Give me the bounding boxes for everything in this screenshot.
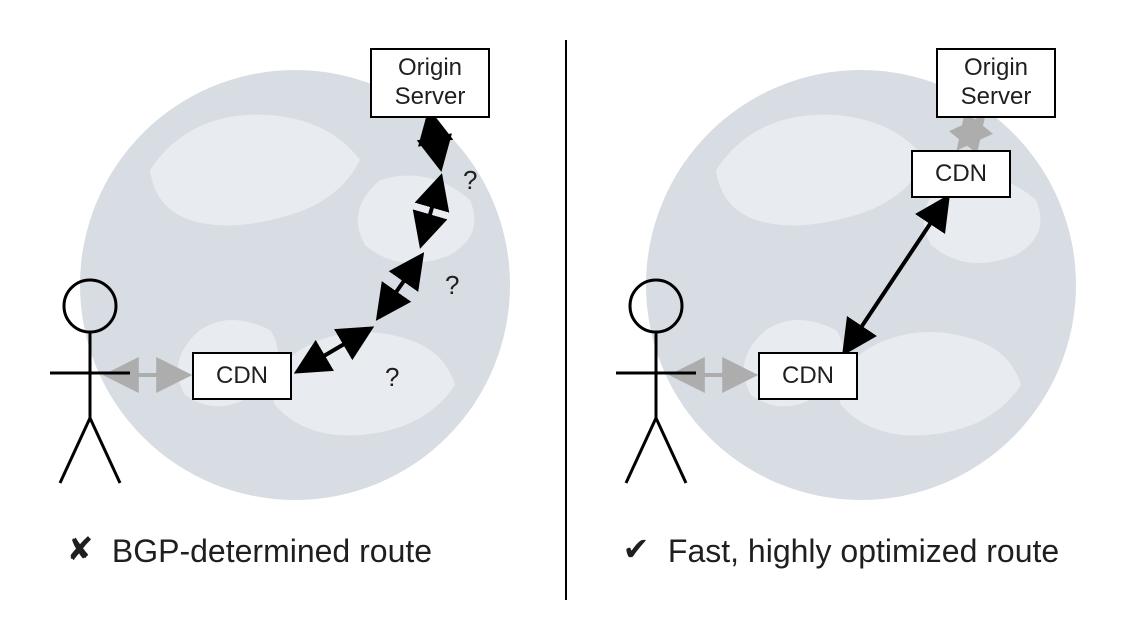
cdn-top-label: CDN bbox=[935, 160, 987, 189]
panel-optimized: CDN CDN Origin Server ✔ Fast, highly opt… bbox=[566, 0, 1132, 636]
user-icon bbox=[45, 278, 135, 488]
cdn-bottom-label: CDN bbox=[782, 362, 834, 391]
origin-server-label: Origin Server bbox=[395, 54, 466, 112]
origin-server-label: Origin Server bbox=[961, 54, 1032, 112]
cdn-label: CDN bbox=[216, 362, 268, 391]
hop-question-1: ? bbox=[385, 362, 399, 393]
origin-server-box: Origin Server bbox=[370, 48, 490, 118]
hop-question-2: ? bbox=[445, 270, 459, 301]
cdn-box: CDN bbox=[192, 352, 292, 400]
globe-icon bbox=[646, 70, 1076, 500]
origin-server-box: Origin Server bbox=[936, 48, 1056, 118]
hop-question-3: ? bbox=[463, 165, 477, 196]
panel-bgp: CDN Origin Server ? ? ? ✘ BGP-determined… bbox=[0, 0, 566, 636]
cdn-bottom-box: CDN bbox=[758, 352, 858, 400]
diagram-stage: CDN Origin Server ? ? ? ✘ BGP-determined… bbox=[0, 0, 1132, 636]
cdn-top-box: CDN bbox=[911, 150, 1011, 198]
user-icon bbox=[611, 278, 701, 488]
